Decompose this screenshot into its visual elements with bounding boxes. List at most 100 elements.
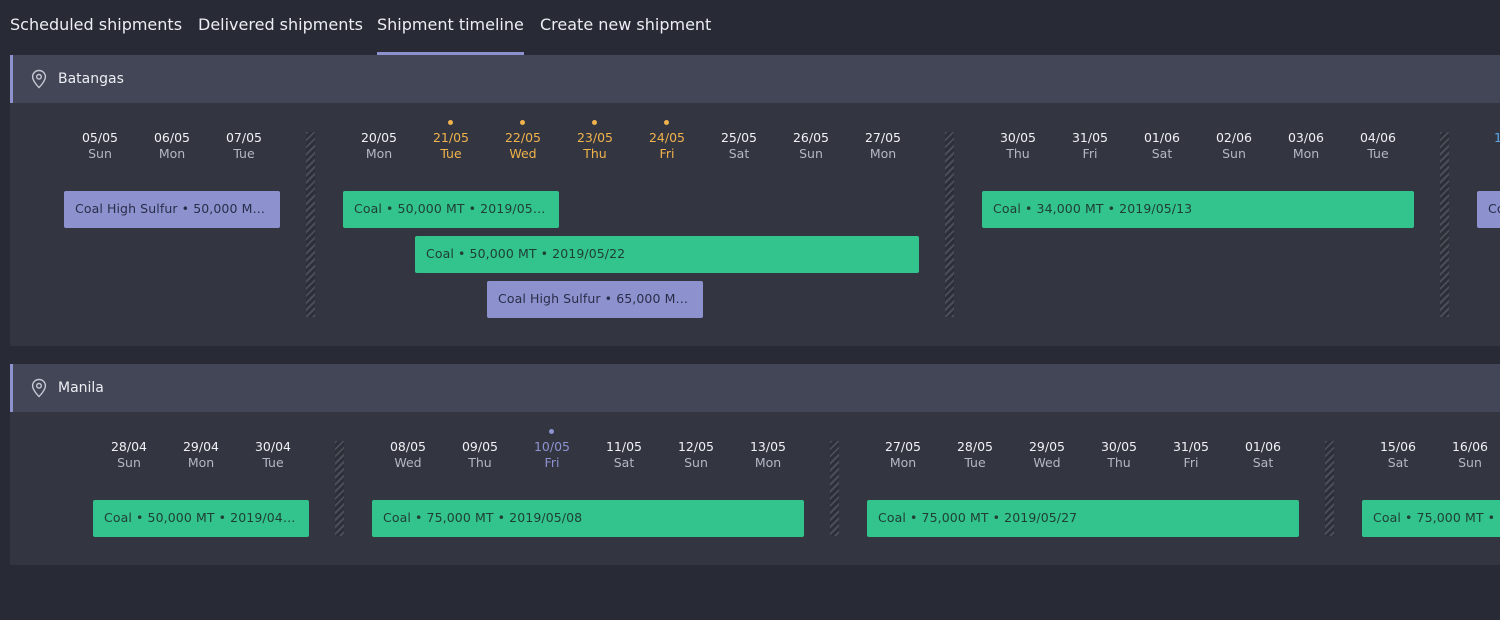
day-date: 16/06 xyxy=(1451,439,1489,454)
day-date: 15/06 xyxy=(1379,439,1417,454)
date-gap-divider xyxy=(1325,441,1334,536)
day-date: 30/05 xyxy=(1100,439,1138,454)
day-column: 27/05 Mon xyxy=(873,439,933,471)
day-column: 09/05 Thu xyxy=(450,439,510,471)
day-date: 07/05 xyxy=(225,130,263,145)
day-column: 05/05 Sun xyxy=(70,130,130,162)
day-weekday: Sat xyxy=(1387,455,1409,470)
day-date: 21/05 xyxy=(432,130,470,145)
day-date: 11/05 xyxy=(605,439,643,454)
tab-shipment-timeline[interactable]: Shipment timeline xyxy=(377,0,524,55)
shipment-bar[interactable]: Coal • 34,000 MT • 2019/05/13 xyxy=(982,191,1414,228)
today-dot xyxy=(549,429,554,434)
day-date: 23/05 xyxy=(576,130,614,145)
shipment-bar[interactable]: Coal High Sulfur • 65,000 MT • 2019/05/2… xyxy=(487,281,703,318)
tab-create-new-shipment[interactable]: Create new shipment xyxy=(540,0,711,55)
shipment-bar[interactable]: Coal • 75,000 MT • 2019/05/08 xyxy=(372,500,804,537)
location-pin-icon xyxy=(31,69,47,89)
day-column: 03/06 Mon xyxy=(1276,130,1336,162)
day-weekday: Mon xyxy=(869,146,897,161)
day-date: 31/05 xyxy=(1071,130,1109,145)
day-date: 04/06 xyxy=(1359,130,1397,145)
day-column: 12/05 Sun xyxy=(666,439,726,471)
day-date: 31/05 xyxy=(1172,439,1210,454)
day-column: 25/05 Sat xyxy=(709,130,769,162)
day-date: 29/05 xyxy=(1028,439,1066,454)
day-date: 01/06 xyxy=(1244,439,1282,454)
day-column: 04/06 Tue xyxy=(1348,130,1408,162)
day-date: 28/05 xyxy=(956,439,994,454)
shipment-bar[interactable]: Coal • 75,000 MT • 2019/06/15 xyxy=(1362,500,1500,537)
date-gap-divider xyxy=(335,441,344,536)
day-weekday: Sun xyxy=(684,455,708,470)
day-date: 30/05 xyxy=(999,130,1037,145)
shipment-bar[interactable]: Coal • 50,000 MT • 2019/05/22 xyxy=(415,236,919,273)
day-weekday: Mon xyxy=(158,146,186,161)
day-date: 27/05 xyxy=(864,130,902,145)
tab-bar: Scheduled shipments Delivered shipments … xyxy=(0,0,1500,55)
day-weekday: Tue xyxy=(964,455,986,470)
day-weekday: Wed xyxy=(1033,455,1061,470)
date-gap-divider xyxy=(945,132,954,317)
day-column: 30/04 Tue xyxy=(243,439,303,471)
day-column-partial: 1 xyxy=(1468,130,1500,146)
date-gap-divider xyxy=(1440,132,1449,317)
day-column: 30/05 Thu xyxy=(988,130,1048,162)
day-column: 29/04 Mon xyxy=(171,439,231,471)
day-weekday: Tue xyxy=(233,146,255,161)
day-weekday: Fri xyxy=(659,146,675,161)
shipment-bar[interactable]: Coal • 50,000 MT • 2019/05/20 xyxy=(343,191,559,228)
tab-scheduled-shipments[interactable]: Scheduled shipments xyxy=(10,0,182,55)
day-weekday: Sun xyxy=(88,146,112,161)
shipment-bar[interactable]: Coal High Sulfur • 50,000 MT • 2019/05/0… xyxy=(64,191,280,228)
day-column: 28/04 Sun xyxy=(99,439,159,471)
day-column: 07/05 Tue xyxy=(214,130,274,162)
day-weekday: Sat xyxy=(728,146,750,161)
highlight-dot xyxy=(664,120,669,125)
day-column: 27/05 Mon xyxy=(853,130,913,162)
port-section-batangas: Batangas 05/05 Sun 06/05 Mon 07/05 Tue 20/0… xyxy=(10,55,1500,346)
day-weekday: Fri xyxy=(544,455,560,470)
day-weekday: Fri xyxy=(1183,455,1199,470)
day-date: 06/05 xyxy=(153,130,191,145)
day-column: 13/05 Mon xyxy=(738,439,798,471)
tab-delivered-shipments[interactable]: Delivered shipments xyxy=(198,0,363,55)
port-header[interactable]: Manila xyxy=(10,364,1500,412)
highlight-dot xyxy=(592,120,597,125)
day-weekday: Wed xyxy=(509,146,537,161)
port-header[interactable]: Batangas xyxy=(10,55,1500,103)
day-column: 15/06 Sat xyxy=(1368,439,1428,471)
day-weekday: Fri xyxy=(1082,146,1098,161)
day-column: 30/05 Thu xyxy=(1089,439,1149,471)
day-weekday: Mon xyxy=(1292,146,1320,161)
day-date: 20/05 xyxy=(360,130,398,145)
day-column-highlighted: 23/05 Thu xyxy=(565,120,625,162)
day-date: 10/05 xyxy=(533,439,571,454)
day-date: 30/04 xyxy=(254,439,292,454)
day-weekday: Mon xyxy=(754,455,782,470)
day-column-highlighted: 21/05 Tue xyxy=(421,120,481,162)
day-weekday: Sat xyxy=(613,455,635,470)
day-column: 01/06 Sat xyxy=(1233,439,1293,471)
day-column-today: 10/05 Fri xyxy=(522,429,582,471)
port-name: Manila xyxy=(58,380,104,396)
day-date: 29/04 xyxy=(182,439,220,454)
day-date: 24/05 xyxy=(648,130,686,145)
day-weekday: Mon xyxy=(889,455,917,470)
day-date: 03/06 xyxy=(1287,130,1325,145)
shipment-bar[interactable]: Coal • 50,000 MT xyxy=(1477,191,1500,228)
day-weekday: Thu xyxy=(583,146,607,161)
day-weekday: Thu xyxy=(1107,455,1131,470)
day-date: 27/05 xyxy=(884,439,922,454)
day-weekday: Sun xyxy=(1222,146,1246,161)
shipment-bar[interactable]: Coal • 50,000 MT • 2019/04/28 xyxy=(93,500,309,537)
day-column: 20/05 Mon xyxy=(349,130,409,162)
day-column: 01/06 Sat xyxy=(1132,130,1192,162)
day-weekday: Sun xyxy=(117,455,141,470)
date-gap-divider xyxy=(830,441,839,536)
day-weekday: Mon xyxy=(187,455,215,470)
shipment-bar[interactable]: Coal • 75,000 MT • 2019/05/27 xyxy=(867,500,1299,537)
day-weekday: Sat xyxy=(1151,146,1173,161)
port-name: Batangas xyxy=(58,71,124,87)
day-weekday: Thu xyxy=(468,455,492,470)
